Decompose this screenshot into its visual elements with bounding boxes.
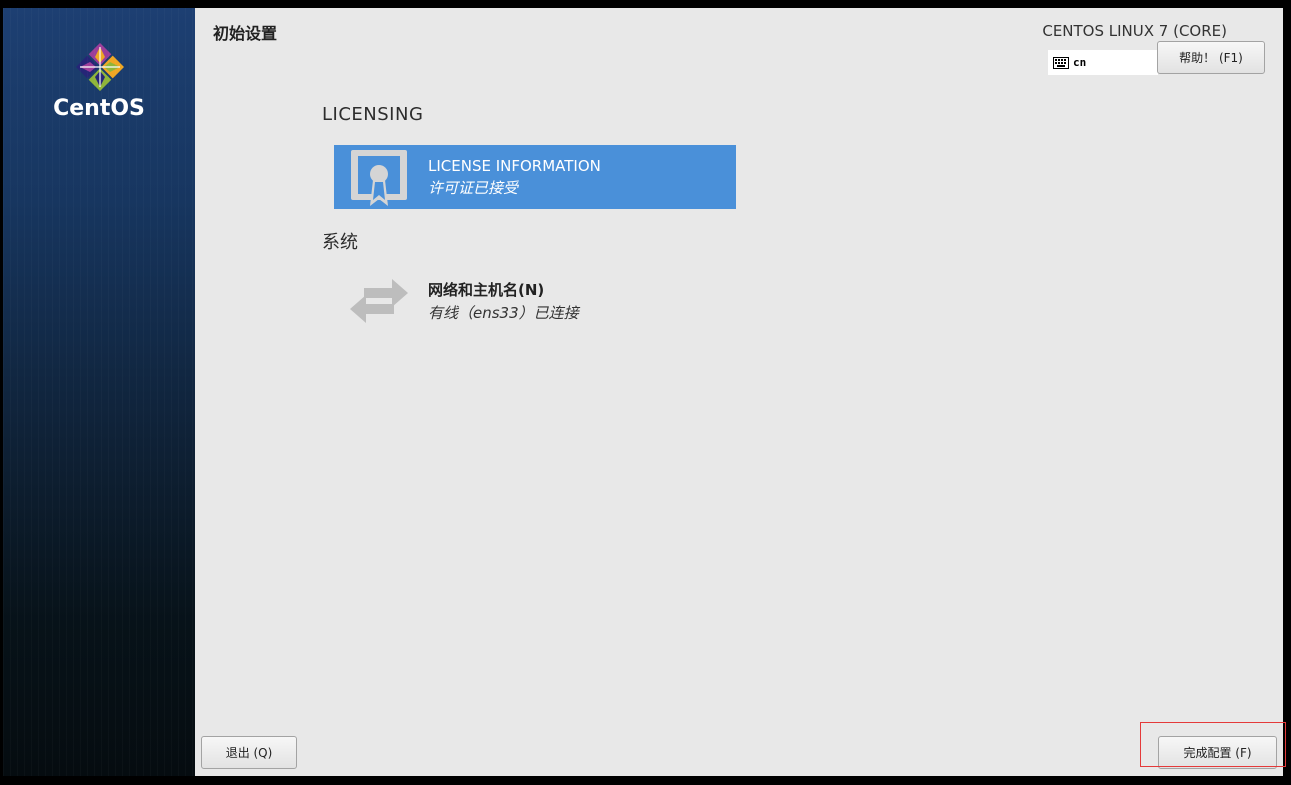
main-panel: 初始设置 CENTOS LINUX 7 (CORE) cn 帮助！ (F1) L… <box>195 8 1283 776</box>
license-spoke-title: LICENSE INFORMATION <box>428 156 601 175</box>
system-heading: 系统 <box>322 232 358 253</box>
licensing-heading: LICENSING <box>322 104 424 125</box>
help-button[interactable]: 帮助！ (F1) <box>1157 41 1265 74</box>
network-hostname-spoke[interactable]: 网络和主机名(N) 有线（ens33）已连接 <box>334 269 736 333</box>
finish-configuration-button[interactable]: 完成配置 (F) <box>1158 736 1277 769</box>
brand-name: CentOS <box>53 96 145 121</box>
network-spoke-status: 有线（ens33）已连接 <box>428 304 579 322</box>
network-spoke-title: 网络和主机名(N) <box>428 281 545 299</box>
keyboard-icon <box>1053 56 1069 69</box>
network-arrows-icon <box>350 279 408 323</box>
certificate-icon <box>351 150 407 206</box>
product-name: CENTOS LINUX 7 (CORE) <box>1042 22 1227 40</box>
quit-button[interactable]: 退出 (Q) <box>201 736 297 769</box>
centos-logo-icon <box>76 43 124 91</box>
keyboard-layout-indicator[interactable]: cn <box>1048 50 1158 75</box>
keyboard-layout-label: cn <box>1073 56 1087 69</box>
page-title: 初始设置 <box>213 24 278 43</box>
license-spoke-status: 许可证已接受 <box>428 178 519 197</box>
license-information-spoke[interactable]: LICENSE INFORMATION 许可证已接受 <box>334 145 736 209</box>
sidebar: CentOS <box>3 8 195 776</box>
